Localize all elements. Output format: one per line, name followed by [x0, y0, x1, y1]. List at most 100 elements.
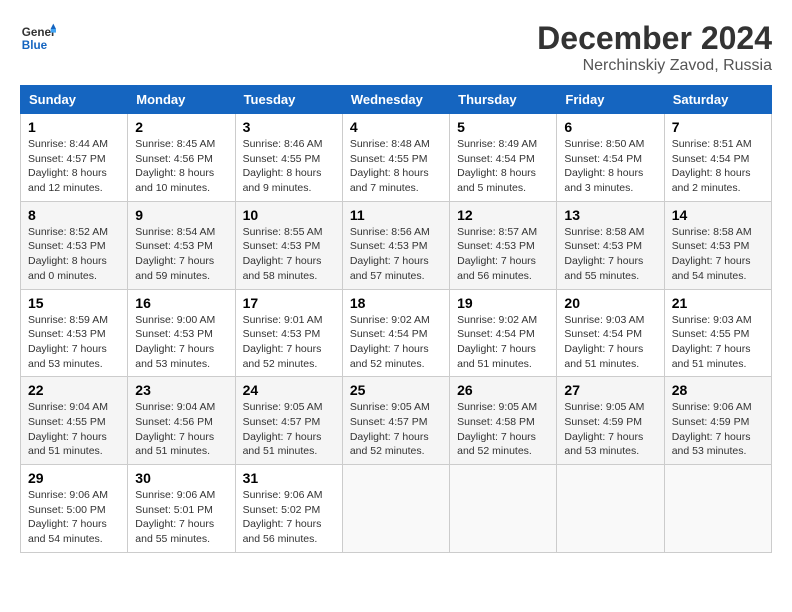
- day-info: Sunrise: 8:58 AMSunset: 4:53 PMDaylight:…: [672, 225, 764, 284]
- calendar-cell: 3Sunrise: 8:46 AMSunset: 4:55 PMDaylight…: [235, 114, 342, 202]
- day-info: Sunrise: 8:46 AMSunset: 4:55 PMDaylight:…: [243, 137, 335, 196]
- day-info: Sunrise: 9:06 AMSunset: 5:02 PMDaylight:…: [243, 488, 335, 547]
- calendar-cell: 9 Sunrise: 8:54 AMSunset: 4:53 PMDaylight…: [128, 201, 235, 289]
- page-header: General Blue December 2024 Nerchinskiy Z…: [20, 20, 772, 75]
- calendar-cell: 28Sunrise: 9:06 AMSunset: 4:59 PMDayligh…: [664, 377, 771, 465]
- logo-icon: General Blue: [20, 20, 56, 56]
- calendar-cell: [342, 465, 449, 553]
- header-thursday: Thursday: [450, 86, 557, 114]
- calendar-cell: 22Sunrise: 9:04 AMSunset: 4:55 PMDayligh…: [21, 377, 128, 465]
- header-friday: Friday: [557, 86, 664, 114]
- calendar-cell: 12Sunrise: 8:57 AMSunset: 4:53 PMDayligh…: [450, 201, 557, 289]
- calendar-cell: 26Sunrise: 9:05 AMSunset: 4:58 PMDayligh…: [450, 377, 557, 465]
- day-info: Sunrise: 9:05 AMSunset: 4:58 PMDaylight:…: [457, 400, 549, 459]
- day-info: Sunrise: 8:58 AMSunset: 4:53 PMDaylight:…: [564, 225, 656, 284]
- day-info: Sunrise: 9:04 AMSunset: 4:56 PMDaylight:…: [135, 400, 227, 459]
- calendar-cell: 5 Sunrise: 8:49 AMSunset: 4:54 PMDaylight…: [450, 114, 557, 202]
- day-number: 25: [350, 382, 442, 398]
- day-number: 7: [672, 119, 764, 135]
- day-number: 29: [28, 470, 120, 486]
- calendar-cell: 10 Sunrise: 8:55 AMSunset: 4:53 PMDayligh…: [235, 201, 342, 289]
- calendar-cell: 19 Sunrise: 9:02 AMSunset: 4:54 PMDayligh…: [450, 289, 557, 377]
- day-number: 23: [135, 382, 227, 398]
- day-info: Sunrise: 8:50 AMSunset: 4:54 PMDaylight:…: [564, 137, 656, 196]
- calendar-week-5: 29 Sunrise: 9:06 AMSunset: 5:00 PMDayligh…: [21, 465, 772, 553]
- calendar-cell: 7 Sunrise: 8:51 AMSunset: 4:54 PMDaylight…: [664, 114, 771, 202]
- day-number: 1: [28, 119, 120, 135]
- svg-text:Blue: Blue: [22, 39, 48, 52]
- subtitle: Nerchinskiy Zavod, Russia: [537, 57, 772, 75]
- day-info: Sunrise: 9:06 AMSunset: 5:01 PMDaylight:…: [135, 488, 227, 547]
- calendar-cell: 1 Sunrise: 8:44 AMSunset: 4:57 PMDaylight…: [21, 114, 128, 202]
- day-info: Sunrise: 9:02 AMSunset: 4:54 PMDaylight:…: [457, 313, 549, 372]
- day-info: Sunrise: 9:05 AMSunset: 4:59 PMDaylight:…: [564, 400, 656, 459]
- calendar-cell: 21Sunrise: 9:03 AMSunset: 4:55 PMDayligh…: [664, 289, 771, 377]
- day-info: Sunrise: 8:51 AMSunset: 4:54 PMDaylight:…: [672, 137, 764, 196]
- day-number: 6: [564, 119, 656, 135]
- day-number: 15: [28, 295, 120, 311]
- day-number: 12: [457, 207, 549, 223]
- title-block: December 2024 Nerchinskiy Zavod, Russia: [537, 20, 772, 75]
- day-number: 5: [457, 119, 549, 135]
- calendar-cell: 4 Sunrise: 8:48 AMSunset: 4:55 PMDaylight…: [342, 114, 449, 202]
- svg-text:General: General: [22, 26, 56, 39]
- calendar-cell: 31Sunrise: 9:06 AMSunset: 5:02 PMDayligh…: [235, 465, 342, 553]
- day-info: Sunrise: 8:56 AMSunset: 4:53 PMDaylight:…: [350, 225, 442, 284]
- header-wednesday: Wednesday: [342, 86, 449, 114]
- day-number: 17: [243, 295, 335, 311]
- calendar-cell: 2Sunrise: 8:45 AMSunset: 4:56 PMDaylight…: [128, 114, 235, 202]
- day-number: 21: [672, 295, 764, 311]
- day-number: 13: [564, 207, 656, 223]
- calendar-cell: [557, 465, 664, 553]
- day-info: Sunrise: 9:03 AMSunset: 4:54 PMDaylight:…: [564, 313, 656, 372]
- day-info: Sunrise: 9:00 AMSunset: 4:53 PMDaylight:…: [135, 313, 227, 372]
- day-info: Sunrise: 8:45 AMSunset: 4:56 PMDaylight:…: [135, 137, 227, 196]
- calendar-header-row: SundayMondayTuesdayWednesdayThursdayFrid…: [21, 86, 772, 114]
- day-number: 10: [243, 207, 335, 223]
- calendar-cell: 27Sunrise: 9:05 AMSunset: 4:59 PMDayligh…: [557, 377, 664, 465]
- calendar-cell: 25 Sunrise: 9:05 AMSunset: 4:57 PMDayligh…: [342, 377, 449, 465]
- calendar-cell: 23 Sunrise: 9:04 AMSunset: 4:56 PMDayligh…: [128, 377, 235, 465]
- day-number: 30: [135, 470, 227, 486]
- day-info: Sunrise: 8:59 AMSunset: 4:53 PMDaylight:…: [28, 313, 120, 372]
- day-info: Sunrise: 9:05 AMSunset: 4:57 PMDaylight:…: [243, 400, 335, 459]
- day-number: 11: [350, 207, 442, 223]
- calendar-cell: 13 Sunrise: 8:58 AMSunset: 4:53 PMDayligh…: [557, 201, 664, 289]
- day-info: Sunrise: 8:48 AMSunset: 4:55 PMDaylight:…: [350, 137, 442, 196]
- calendar-cell: 24 Sunrise: 9:05 AMSunset: 4:57 PMDayligh…: [235, 377, 342, 465]
- day-number: 4: [350, 119, 442, 135]
- header-monday: Monday: [128, 86, 235, 114]
- calendar-body: 1 Sunrise: 8:44 AMSunset: 4:57 PMDaylight…: [21, 114, 772, 553]
- day-number: 19: [457, 295, 549, 311]
- calendar-cell: 20 Sunrise: 9:03 AMSunset: 4:54 PMDayligh…: [557, 289, 664, 377]
- main-title: December 2024: [537, 20, 772, 57]
- day-info: Sunrise: 9:01 AMSunset: 4:53 PMDaylight:…: [243, 313, 335, 372]
- day-info: Sunrise: 9:05 AMSunset: 4:57 PMDaylight:…: [350, 400, 442, 459]
- day-number: 9: [135, 207, 227, 223]
- header-sunday: Sunday: [21, 86, 128, 114]
- calendar-cell: 11 Sunrise: 8:56 AMSunset: 4:53 PMDayligh…: [342, 201, 449, 289]
- calendar-week-4: 22Sunrise: 9:04 AMSunset: 4:55 PMDayligh…: [21, 377, 772, 465]
- calendar-table: SundayMondayTuesdayWednesdayThursdayFrid…: [20, 85, 772, 553]
- calendar-cell: [450, 465, 557, 553]
- day-info: Sunrise: 9:04 AMSunset: 4:55 PMDaylight:…: [28, 400, 120, 459]
- logo: General Blue: [20, 20, 56, 56]
- day-info: Sunrise: 9:06 AMSunset: 5:00 PMDaylight:…: [28, 488, 120, 547]
- calendar-week-1: 1 Sunrise: 8:44 AMSunset: 4:57 PMDaylight…: [21, 114, 772, 202]
- day-number: 14: [672, 207, 764, 223]
- calendar-cell: 15 Sunrise: 8:59 AMSunset: 4:53 PMDayligh…: [21, 289, 128, 377]
- calendar-cell: 14 Sunrise: 8:58 AMSunset: 4:53 PMDayligh…: [664, 201, 771, 289]
- header-saturday: Saturday: [664, 86, 771, 114]
- calendar-cell: 16Sunrise: 9:00 AMSunset: 4:53 PMDayligh…: [128, 289, 235, 377]
- day-number: 18: [350, 295, 442, 311]
- day-info: Sunrise: 8:54 AMSunset: 4:53 PMDaylight:…: [135, 225, 227, 284]
- calendar-cell: 17 Sunrise: 9:01 AMSunset: 4:53 PMDayligh…: [235, 289, 342, 377]
- day-info: Sunrise: 8:44 AMSunset: 4:57 PMDaylight:…: [28, 137, 120, 196]
- day-info: Sunrise: 8:49 AMSunset: 4:54 PMDaylight:…: [457, 137, 549, 196]
- day-number: 8: [28, 207, 120, 223]
- day-number: 20: [564, 295, 656, 311]
- day-info: Sunrise: 8:55 AMSunset: 4:53 PMDaylight:…: [243, 225, 335, 284]
- day-number: 24: [243, 382, 335, 398]
- calendar-week-2: 8Sunrise: 8:52 AMSunset: 4:53 PMDaylight…: [21, 201, 772, 289]
- calendar-cell: 30 Sunrise: 9:06 AMSunset: 5:01 PMDayligh…: [128, 465, 235, 553]
